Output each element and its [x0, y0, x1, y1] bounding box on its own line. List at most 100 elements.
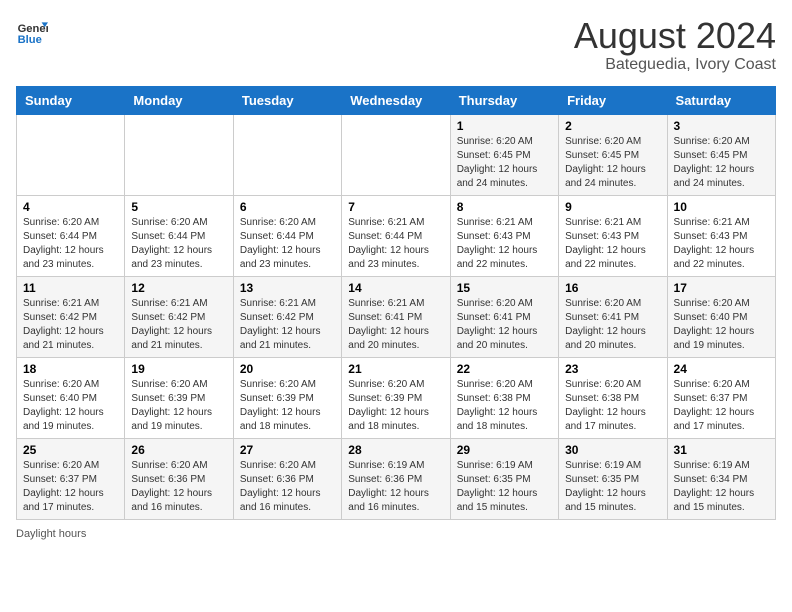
calendar-cell: 11Sunrise: 6:21 AM Sunset: 6:42 PM Dayli…	[17, 276, 125, 357]
calendar-cell: 24Sunrise: 6:20 AM Sunset: 6:37 PM Dayli…	[667, 357, 775, 438]
calendar-cell: 4 Sunrise: 6:20 AM Sunset: 6:44 PM Daylig…	[17, 195, 125, 276]
calendar-cell: 10 Sunrise: 6:21 AM Sunset: 6:43 PM Dayli…	[667, 195, 775, 276]
day-detail: Sunrise: 6:20 AM Sunset: 6:39 PM Dayligh…	[240, 378, 335, 434]
day-detail: Sunrise: 6:21 AM Sunset: 6:43 PM Dayligh…	[565, 216, 660, 272]
calendar-cell	[233, 114, 341, 195]
calendar-cell: 14 Sunrise: 6:21 AM Sunset: 6:41 PM Dayli…	[342, 276, 450, 357]
day-header-thursday: Thursday	[450, 86, 558, 114]
day-detail: Sunrise: 6:19 AM Sunset: 6:35 PM Dayligh…	[457, 459, 552, 515]
day-detail: Sunrise: 6:21 AM Sunset: 6:42 PM Dayligh…	[240, 297, 335, 353]
calendar-cell: 23 Sunrise: 6:20 AM Sunset: 6:38 PM Dayli…	[559, 357, 667, 438]
calendar-cell: 12 Sunrise: 6:21 AM Sunset: 6:42 PM Dayli…	[125, 276, 233, 357]
header: General Blue August 2024 Bateguedia, Ivo…	[16, 16, 776, 74]
calendar-cell: 21 Sunrise: 6:20 AM Sunset: 6:39 PM Dayli…	[342, 357, 450, 438]
day-detail: Sunrise: 6:19 AM Sunset: 6:36 PM Dayligh…	[348, 459, 443, 515]
day-number: 23	[565, 362, 660, 376]
day-number: 16	[565, 281, 660, 295]
calendar-table: SundayMondayTuesdayWednesdayThursdayFrid…	[16, 86, 776, 520]
calendar-cell: 6Sunrise: 6:20 AM Sunset: 6:44 PM Daylig…	[233, 195, 341, 276]
calendar-cell: 27 Sunrise: 6:20 AM Sunset: 6:36 PM Dayli…	[233, 438, 341, 519]
day-number: 19	[131, 362, 226, 376]
title-block: August 2024 Bateguedia, Ivory Coast	[574, 16, 776, 74]
day-detail: Sunrise: 6:21 AM Sunset: 6:42 PM Dayligh…	[131, 297, 226, 353]
day-number: 21	[348, 362, 443, 376]
calendar-cell: 1 Sunrise: 6:20 AM Sunset: 6:45 PM Daylig…	[450, 114, 558, 195]
day-number: 18	[23, 362, 118, 376]
day-detail: Sunrise: 6:20 AM Sunset: 6:40 PM Dayligh…	[674, 297, 769, 353]
day-detail: Sunrise: 6:20 AM Sunset: 6:37 PM Dayligh…	[23, 459, 118, 515]
day-detail: Sunrise: 6:20 AM Sunset: 6:38 PM Dayligh…	[457, 378, 552, 434]
calendar-cell: 13 Sunrise: 6:21 AM Sunset: 6:42 PM Dayli…	[233, 276, 341, 357]
day-detail: Sunrise: 6:21 AM Sunset: 6:43 PM Dayligh…	[674, 216, 769, 272]
day-detail: Sunrise: 6:20 AM Sunset: 6:44 PM Dayligh…	[23, 216, 118, 272]
day-detail: Sunrise: 6:20 AM Sunset: 6:37 PM Dayligh…	[674, 378, 769, 434]
day-number: 26	[131, 443, 226, 457]
day-detail: Sunrise: 6:20 AM Sunset: 6:45 PM Dayligh…	[457, 135, 552, 191]
day-number: 10	[674, 200, 769, 214]
day-detail: Sunrise: 6:20 AM Sunset: 6:45 PM Dayligh…	[565, 135, 660, 191]
day-detail: Sunrise: 6:19 AM Sunset: 6:35 PM Dayligh…	[565, 459, 660, 515]
day-header-wednesday: Wednesday	[342, 86, 450, 114]
calendar-cell: 7 Sunrise: 6:21 AM Sunset: 6:44 PM Daylig…	[342, 195, 450, 276]
calendar-cell: 31 Sunrise: 6:19 AM Sunset: 6:34 PM Dayli…	[667, 438, 775, 519]
day-number: 6	[240, 200, 335, 214]
footer: Daylight hours	[16, 528, 776, 540]
day-number: 12	[131, 281, 226, 295]
day-header-saturday: Saturday	[667, 86, 775, 114]
calendar-cell: 19 Sunrise: 6:20 AM Sunset: 6:39 PM Dayli…	[125, 357, 233, 438]
day-number: 14	[348, 281, 443, 295]
day-detail: Sunrise: 6:21 AM Sunset: 6:43 PM Dayligh…	[457, 216, 552, 272]
day-detail: Sunrise: 6:20 AM Sunset: 6:39 PM Dayligh…	[131, 378, 226, 434]
calendar-cell	[342, 114, 450, 195]
day-header-friday: Friday	[559, 86, 667, 114]
day-header-sunday: Sunday	[17, 86, 125, 114]
logo-icon: General Blue	[16, 16, 48, 48]
day-number: 13	[240, 281, 335, 295]
day-number: 4	[23, 200, 118, 214]
day-number: 2	[565, 119, 660, 133]
logo: General Blue	[16, 16, 48, 48]
day-detail: Sunrise: 6:20 AM Sunset: 6:36 PM Dayligh…	[240, 459, 335, 515]
day-detail: Sunrise: 6:21 AM Sunset: 6:41 PM Dayligh…	[348, 297, 443, 353]
svg-text:Blue: Blue	[18, 34, 42, 46]
day-detail: Sunrise: 6:21 AM Sunset: 6:44 PM Dayligh…	[348, 216, 443, 272]
calendar-cell: 29 Sunrise: 6:19 AM Sunset: 6:35 PM Dayli…	[450, 438, 558, 519]
calendar-cell: 9 Sunrise: 6:21 AM Sunset: 6:43 PM Daylig…	[559, 195, 667, 276]
day-number: 28	[348, 443, 443, 457]
page-subtitle: Bateguedia, Ivory Coast	[574, 56, 776, 74]
day-number: 31	[674, 443, 769, 457]
day-detail: Sunrise: 6:20 AM Sunset: 6:40 PM Dayligh…	[23, 378, 118, 434]
day-number: 27	[240, 443, 335, 457]
day-detail: Sunrise: 6:20 AM Sunset: 6:38 PM Dayligh…	[565, 378, 660, 434]
day-detail: Sunrise: 6:20 AM Sunset: 6:45 PM Dayligh…	[674, 135, 769, 191]
calendar-cell: 25Sunrise: 6:20 AM Sunset: 6:37 PM Dayli…	[17, 438, 125, 519]
day-number: 22	[457, 362, 552, 376]
day-number: 3	[674, 119, 769, 133]
calendar-cell: 2 Sunrise: 6:20 AM Sunset: 6:45 PM Daylig…	[559, 114, 667, 195]
calendar-cell: 28 Sunrise: 6:19 AM Sunset: 6:36 PM Dayli…	[342, 438, 450, 519]
day-number: 1	[457, 119, 552, 133]
day-number: 5	[131, 200, 226, 214]
day-number: 29	[457, 443, 552, 457]
calendar-cell: 5 Sunrise: 6:20 AM Sunset: 6:44 PM Daylig…	[125, 195, 233, 276]
calendar-cell: 22 Sunrise: 6:20 AM Sunset: 6:38 PM Dayli…	[450, 357, 558, 438]
day-header-tuesday: Tuesday	[233, 86, 341, 114]
calendar-cell: 3 Sunrise: 6:20 AM Sunset: 6:45 PM Daylig…	[667, 114, 775, 195]
calendar-cell: 20 Sunrise: 6:20 AM Sunset: 6:39 PM Dayli…	[233, 357, 341, 438]
day-detail: Sunrise: 6:19 AM Sunset: 6:34 PM Dayligh…	[674, 459, 769, 515]
calendar-cell: 15 Sunrise: 6:20 AM Sunset: 6:41 PM Dayli…	[450, 276, 558, 357]
day-detail: Sunrise: 6:20 AM Sunset: 6:41 PM Dayligh…	[565, 297, 660, 353]
day-number: 15	[457, 281, 552, 295]
day-detail: Sunrise: 6:20 AM Sunset: 6:41 PM Dayligh…	[457, 297, 552, 353]
calendar-cell	[125, 114, 233, 195]
day-number: 7	[348, 200, 443, 214]
day-detail: Sunrise: 6:20 AM Sunset: 6:44 PM Dayligh…	[131, 216, 226, 272]
day-number: 30	[565, 443, 660, 457]
day-detail: Sunrise: 6:20 AM Sunset: 6:39 PM Dayligh…	[348, 378, 443, 434]
day-number: 9	[565, 200, 660, 214]
day-number: 20	[240, 362, 335, 376]
calendar-cell: 17Sunrise: 6:20 AM Sunset: 6:40 PM Dayli…	[667, 276, 775, 357]
calendar-cell	[17, 114, 125, 195]
calendar-cell: 26Sunrise: 6:20 AM Sunset: 6:36 PM Dayli…	[125, 438, 233, 519]
calendar-cell: 30 Sunrise: 6:19 AM Sunset: 6:35 PM Dayli…	[559, 438, 667, 519]
